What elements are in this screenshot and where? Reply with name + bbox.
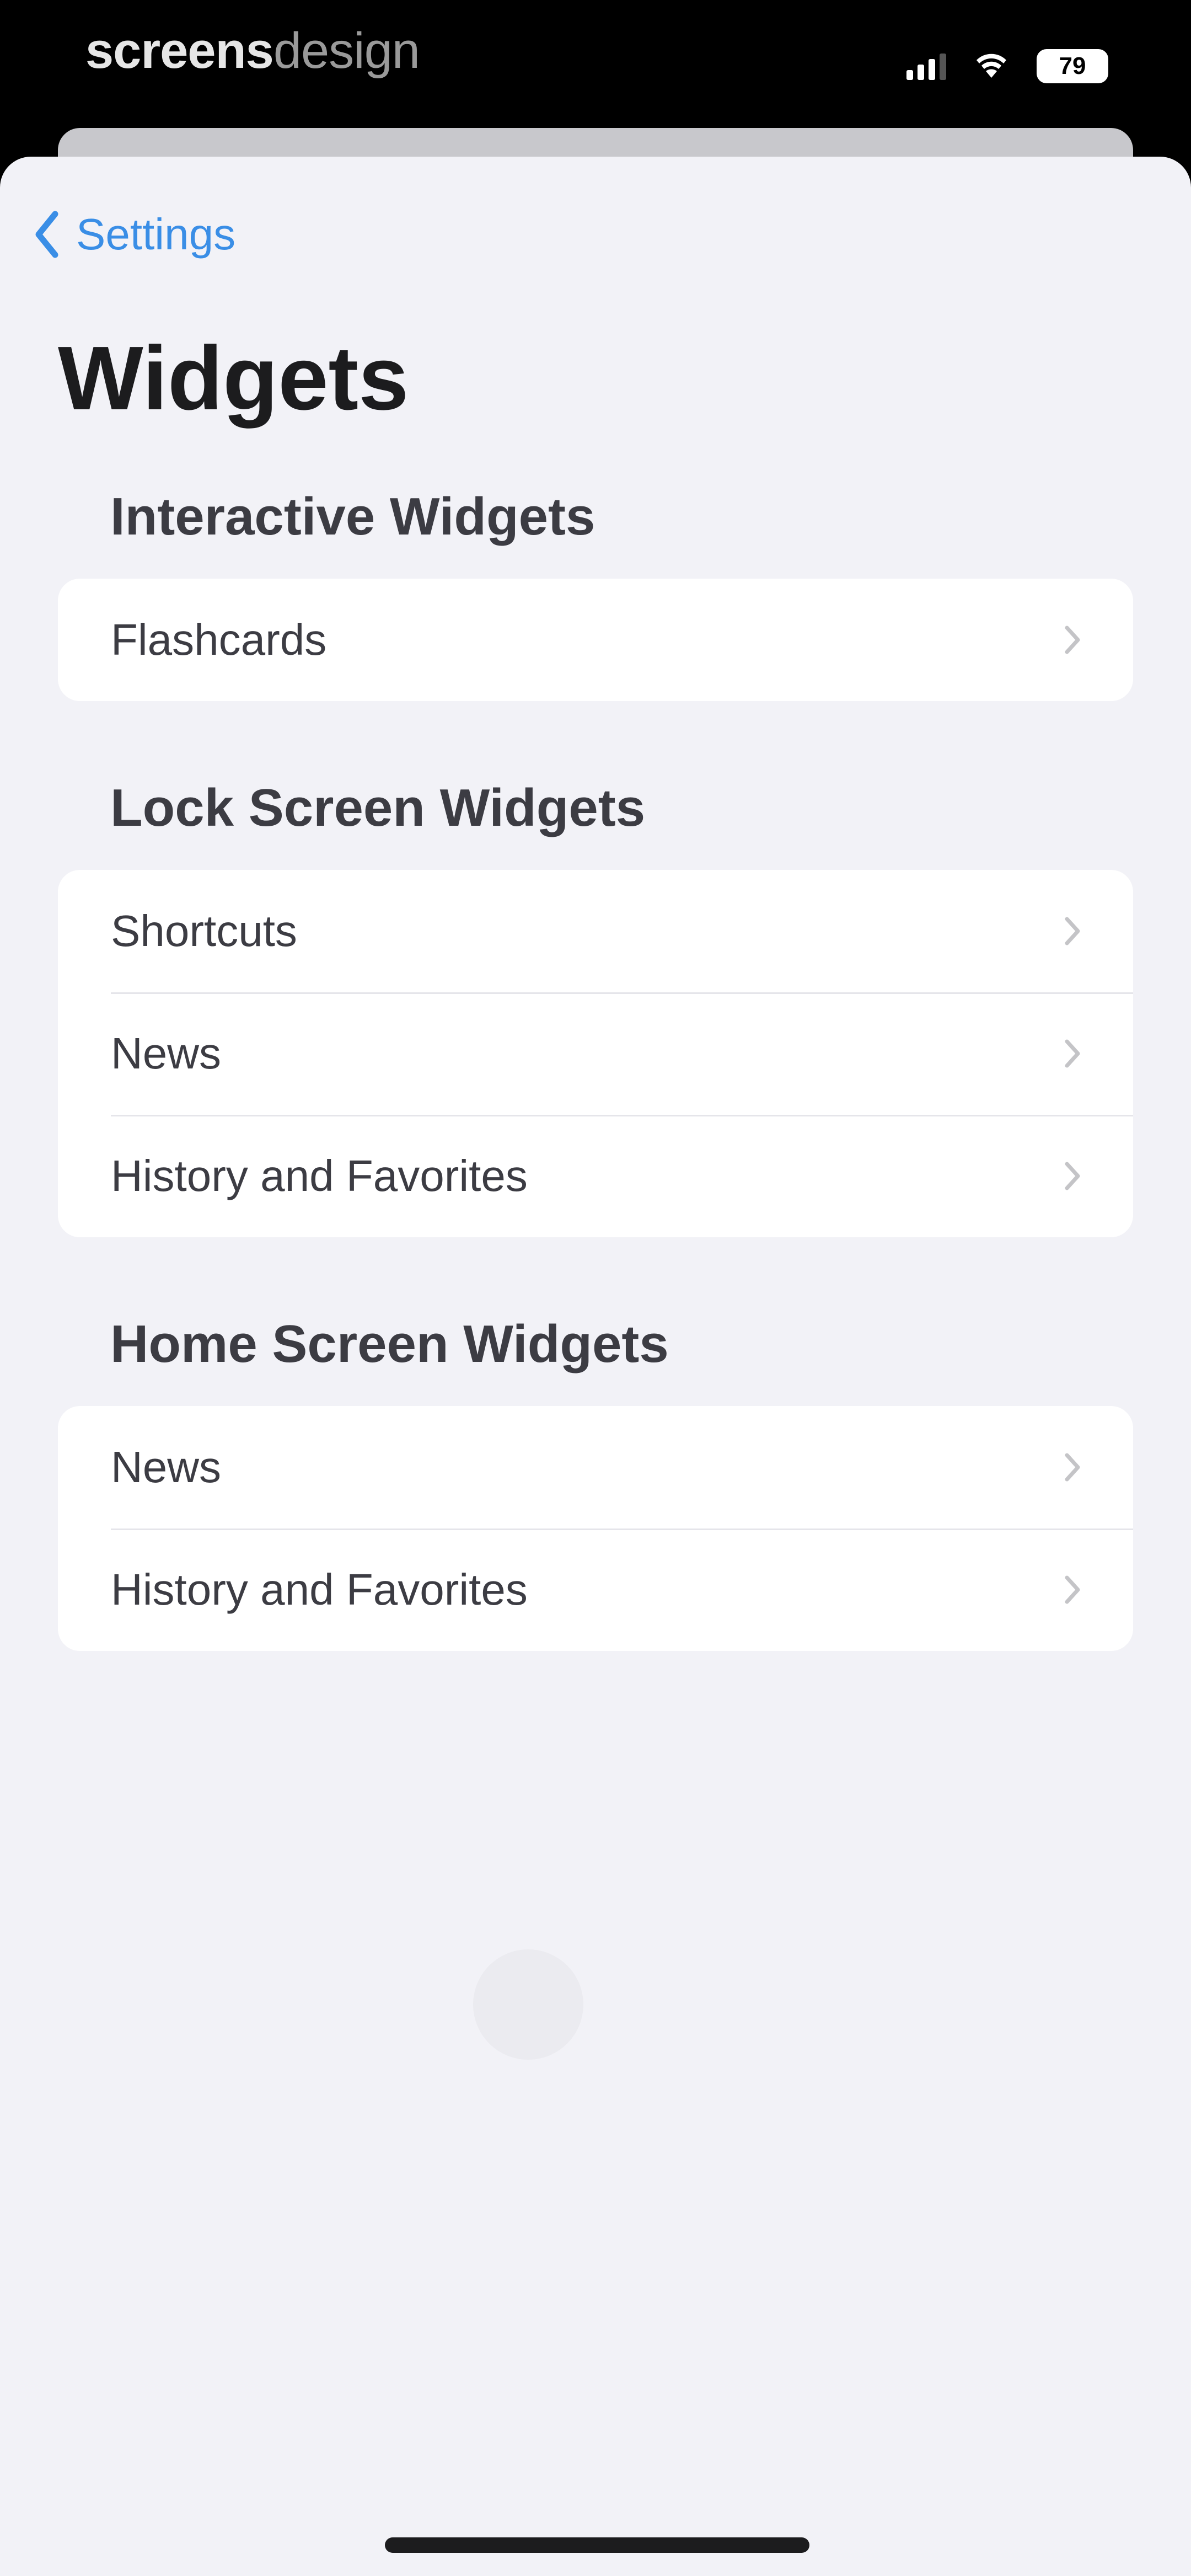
back-button-label: Settings — [76, 210, 236, 259]
battery-level: 79 — [1059, 52, 1086, 79]
section-header-home-screen-widgets: Home Screen Widgets — [110, 1314, 669, 1373]
list-item-label: Shortcuts — [111, 906, 297, 955]
phone-screen: screensdesign 79 Settings Widgets Intera… — [0, 0, 1191, 2576]
list-item-news[interactable]: News — [58, 992, 1133, 1115]
list-item-history-and-favorites[interactable]: History and Favorites — [58, 1115, 1133, 1237]
list-item-history-and-favorites[interactable]: History and Favorites — [58, 1529, 1133, 1651]
list-item-label: News — [111, 1442, 222, 1492]
cellular-signal-icon — [906, 52, 946, 80]
watermark-bold-text: screens — [85, 23, 274, 79]
chevron-right-icon — [1065, 1575, 1080, 1604]
list-item-label: News — [111, 1029, 222, 1078]
list-item-flashcards[interactable]: Flashcards — [58, 579, 1133, 701]
status-bar: screensdesign 79 — [0, 0, 1191, 132]
watermark-light-text: design — [273, 23, 420, 79]
back-button[interactable]: Settings — [33, 209, 235, 260]
list-item-news[interactable]: News — [58, 1406, 1133, 1529]
chevron-right-icon — [1065, 1453, 1080, 1482]
group-home-screen-widgets: News History and Favorites — [58, 1406, 1133, 1651]
loading-indicator — [473, 1949, 583, 2060]
chevron-left-icon — [35, 211, 58, 258]
section-header-lock-screen-widgets: Lock Screen Widgets — [110, 778, 646, 837]
list-item-label: History and Favorites — [111, 1151, 528, 1200]
home-indicator[interactable] — [385, 2537, 809, 2553]
list-item-label: History and Favorites — [111, 1565, 528, 1614]
group-lock-screen-widgets: Shortcuts News History and Favorites — [58, 870, 1133, 1237]
battery-icon: 79 — [1037, 49, 1108, 83]
section-header-interactive-widgets: Interactive Widgets — [110, 487, 596, 546]
wifi-icon — [975, 54, 1008, 79]
page-title: Widgets — [58, 328, 409, 429]
chevron-right-icon — [1065, 1162, 1080, 1190]
chevron-right-icon — [1065, 1039, 1080, 1068]
settings-sheet: Settings Widgets Interactive Widgets Fla… — [0, 157, 1191, 2576]
group-interactive-widgets: Flashcards — [58, 579, 1133, 701]
list-item-label: Flashcards — [111, 615, 327, 664]
list-item-shortcuts[interactable]: Shortcuts — [58, 870, 1133, 992]
watermark-logo: screensdesign — [85, 22, 420, 80]
status-icons: 79 — [906, 44, 1108, 88]
chevron-right-icon — [1065, 626, 1080, 654]
chevron-right-icon — [1065, 917, 1080, 945]
